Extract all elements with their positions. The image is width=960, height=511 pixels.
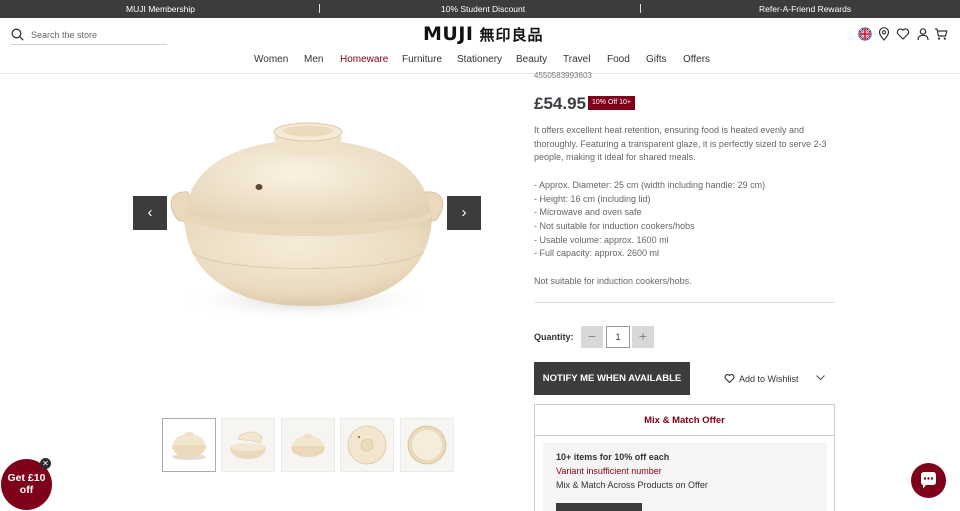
- account-icon[interactable]: [916, 27, 930, 41]
- site-header: Search the store MUJI 無印良品 Women Men Hom…: [0, 18, 960, 74]
- nav-homeware[interactable]: Homeware: [340, 54, 388, 65]
- spec-line: - Microwave and oven safe: [534, 207, 642, 218]
- offer-title: Mix & Match Offer: [535, 405, 834, 436]
- spec-line: - Approx. Diameter: 25 cm (width includi…: [534, 179, 766, 190]
- promo-close-icon[interactable]: ✕: [40, 458, 51, 469]
- muji-logo[interactable]: MUJI 無印良品: [423, 23, 544, 45]
- spec-line: - Full capacity: approx. 2600 ml: [534, 248, 660, 259]
- offer-details: 10+ items for 10% off each Variant insuf…: [543, 443, 827, 511]
- product-image: [126, 74, 488, 360]
- membership-link[interactable]: MUJI Membership: [126, 4, 195, 14]
- section-divider: [534, 302, 835, 303]
- logo-text: MUJI: [423, 23, 474, 45]
- product-description: It offers excellent heat retention, ensu…: [534, 124, 834, 288]
- nav-gifts[interactable]: Gifts: [646, 54, 667, 65]
- offer-status: Variant insufficient number: [556, 466, 662, 476]
- donabe-pot-image: [170, 122, 444, 322]
- nav-food[interactable]: Food: [607, 54, 630, 65]
- nav-women[interactable]: Women: [254, 54, 288, 65]
- offer-headline: 10+ items for 10% off each: [556, 452, 670, 462]
- quantity-increase-button[interactable]: +: [632, 326, 654, 348]
- description-line: Not suitable for induction cookers/hobs.: [534, 275, 692, 286]
- promo-line: off: [19, 484, 34, 496]
- promo-line: Get £10: [7, 472, 46, 484]
- promo-bar: MUJI Membership 10% Student Discount Ref…: [0, 0, 960, 18]
- chevron-down-icon[interactable]: [815, 372, 826, 383]
- search-input[interactable]: Search the store: [11, 27, 167, 45]
- description-line: It offers excellent heat retention, ensu…: [534, 125, 805, 135]
- nav-offers[interactable]: Offers: [683, 54, 710, 65]
- gallery-next-button[interactable]: ›: [447, 196, 481, 230]
- promo-divider: [319, 4, 320, 13]
- main-nav: Women Men Homeware Furniture Stationery …: [0, 54, 960, 68]
- discount-badge: 10% Off 10+: [588, 96, 635, 110]
- nav-stationery[interactable]: Stationery: [457, 54, 502, 65]
- add-to-wishlist-button[interactable]: Add to Wishlist: [724, 373, 799, 384]
- quantity-decrease-button[interactable]: −: [581, 326, 603, 348]
- wishlist-label: Add to Wishlist: [739, 374, 799, 384]
- chat-widget-button[interactable]: [911, 463, 946, 498]
- quantity-label: Quantity:: [534, 332, 574, 342]
- description-line: thoroughly. Featuring a transparent glaz…: [534, 138, 827, 149]
- refer-a-friend-link[interactable]: Refer-A-Friend Rewards: [759, 4, 851, 14]
- thumbnail-open-lid[interactable]: [221, 418, 275, 472]
- thumbnail-side[interactable]: [281, 418, 335, 472]
- cart-icon[interactable]: [934, 27, 948, 41]
- spec-line: - Height: 16 cm (including lid): [534, 193, 651, 204]
- heart-icon: [724, 374, 735, 383]
- wishlist-heart-icon[interactable]: [896, 27, 910, 41]
- mix-match-offer-panel: Mix & Match Offer 10+ items for 10% off …: [534, 404, 835, 511]
- offer-shop-button[interactable]: [556, 503, 642, 511]
- location-icon[interactable]: [877, 27, 891, 41]
- thumbnail-front[interactable]: [162, 418, 216, 472]
- student-discount-link[interactable]: 10% Student Discount: [441, 4, 525, 14]
- quantity-input[interactable]: 1: [606, 326, 630, 348]
- gallery-prev-button[interactable]: ‹: [133, 196, 167, 230]
- nav-beauty[interactable]: Beauty: [516, 54, 547, 65]
- product-price: £54.95: [534, 94, 586, 113]
- description-spacer: [534, 261, 834, 275]
- search-placeholder: Search the store: [31, 30, 98, 40]
- description-spacer: [534, 165, 834, 179]
- spec-line: - Usable volume: approx. 1600 ml: [534, 234, 669, 245]
- uk-flag-icon[interactable]: [858, 27, 872, 41]
- promo-divider: [640, 4, 641, 13]
- logo-japanese: 無印良品: [479, 26, 544, 44]
- chat-icon: [921, 472, 936, 489]
- search-icon: [11, 28, 24, 41]
- thumbnail-top[interactable]: [340, 418, 394, 472]
- thumbnail-inside[interactable]: [400, 418, 454, 472]
- nav-men[interactable]: Men: [304, 54, 323, 65]
- description-line: people, making it ideal for shared meals…: [534, 152, 696, 163]
- nav-travel[interactable]: Travel: [563, 54, 590, 65]
- nav-furniture[interactable]: Furniture: [402, 54, 442, 65]
- product-code: 4550583993603: [534, 71, 592, 80]
- notify-me-button[interactable]: NOTIFY ME WHEN AVAILABLE: [534, 362, 690, 395]
- offer-note: Mix & Match Across Products on Offer: [556, 480, 708, 490]
- spec-line: - Not suitable for induction cookers/hob…: [534, 220, 695, 231]
